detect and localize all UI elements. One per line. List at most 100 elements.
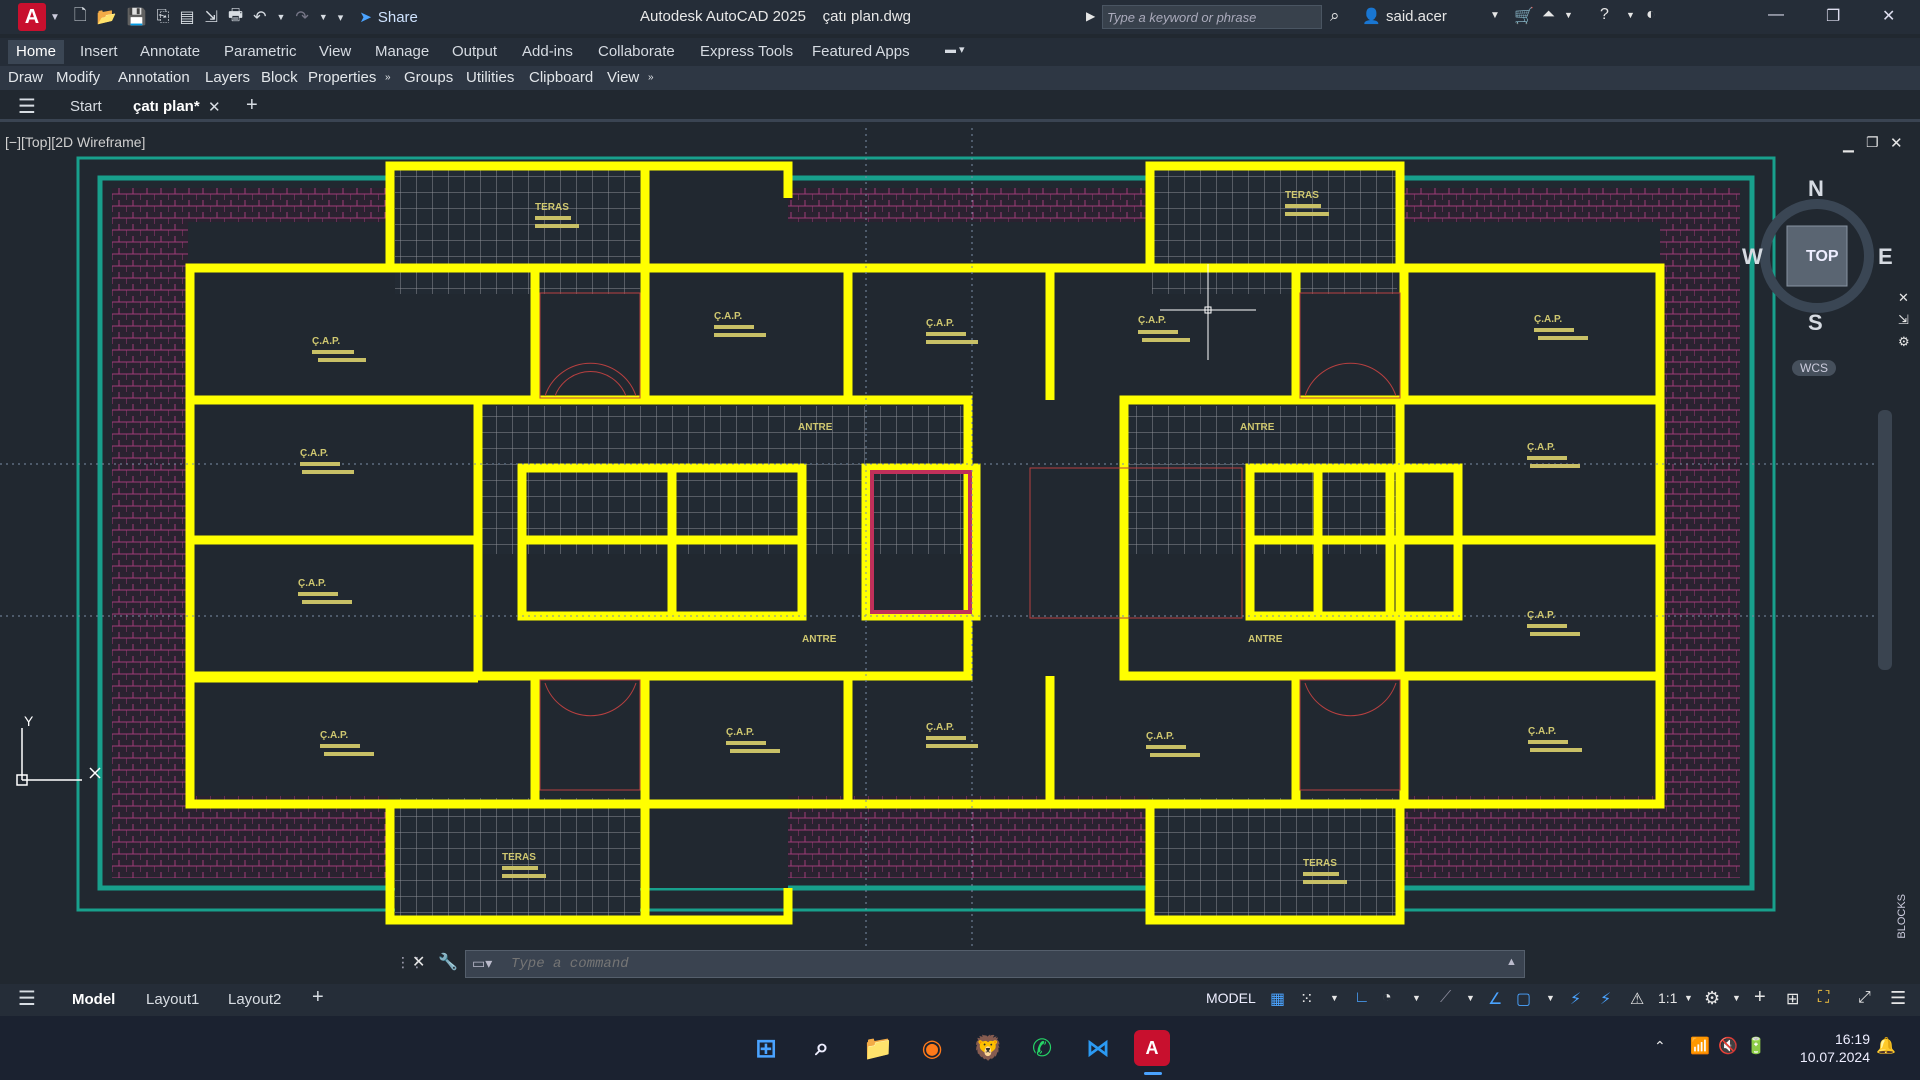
- tab-drawing[interactable]: çatı plan*: [133, 98, 200, 115]
- viewcube-face-top[interactable]: TOP: [1806, 248, 1839, 266]
- snap-icon[interactable]: ⁙: [1300, 989, 1313, 1009]
- notifications-icon[interactable]: 🔔: [1876, 1036, 1896, 1056]
- workspace-chevron-icon[interactable]: ▼: [1732, 993, 1741, 1003]
- panel-groups[interactable]: Groups: [404, 69, 453, 86]
- annotation-scale[interactable]: 1:1: [1658, 990, 1677, 1006]
- customize-qat-icon[interactable]: ▾: [338, 11, 344, 24]
- object-snap-icon[interactable]: ▢: [1516, 989, 1531, 1009]
- layout-menu-icon[interactable]: ☰: [18, 986, 36, 1011]
- tab-featured-apps[interactable]: Featured Apps: [812, 43, 910, 60]
- open-file-icon[interactable]: 📂: [97, 7, 117, 27]
- close-icon[interactable]: ✕: [1882, 6, 1895, 26]
- clean-screen-icon[interactable]: ⤢: [1858, 989, 1871, 1007]
- brave-icon[interactable]: 🦁: [970, 1030, 1006, 1066]
- panel-close-icon[interactable]: ✕: [1898, 290, 1909, 306]
- share-button[interactable]: ➤ Share: [359, 8, 418, 27]
- battery-icon[interactable]: 🔋: [1746, 1036, 1766, 1056]
- new-file-icon[interactable]: 🗋: [74, 4, 87, 31]
- compass-s[interactable]: S: [1808, 310, 1823, 336]
- plot-icon[interactable]: 🖶: [228, 4, 243, 31]
- panel-layers[interactable]: Layers: [205, 69, 250, 86]
- isolate-objects-icon[interactable]: ⛶: [1818, 989, 1829, 1007]
- workspace-settings-icon[interactable]: ⚙: [1704, 988, 1720, 1009]
- panel-clipboard[interactable]: Clipboard: [529, 69, 593, 86]
- tab-annotate[interactable]: Annotate: [140, 43, 200, 60]
- tab-collaborate[interactable]: Collaborate: [598, 43, 675, 60]
- tab-parametric[interactable]: Parametric: [224, 43, 297, 60]
- command-input[interactable]: [511, 951, 1471, 977]
- compass-n[interactable]: N: [1808, 176, 1824, 202]
- save-icon[interactable]: 💾: [127, 7, 147, 27]
- autodesk-account-icon[interactable]: ⏶: [1542, 6, 1555, 24]
- auto-scale-icon[interactable]: ⚡: [1600, 989, 1611, 1009]
- blocks-palette-tab[interactable]: BLOCKS: [1896, 894, 1908, 939]
- command-close-icon[interactable]: ✕: [412, 952, 425, 972]
- model-space-toggle[interactable]: MODEL: [1206, 990, 1256, 1006]
- tab-manage[interactable]: Manage: [375, 43, 429, 60]
- panel-settings-icon[interactable]: ⚙: [1898, 334, 1910, 350]
- user-name[interactable]: said.acer: [1386, 8, 1447, 25]
- app-menu-chevron-icon[interactable]: ▼: [50, 12, 60, 23]
- help-icon[interactable]: ?: [1600, 6, 1609, 24]
- taskbar-search-icon[interactable]: ⌕: [804, 1030, 840, 1066]
- firefox-icon[interactable]: ◉: [914, 1030, 950, 1066]
- export-icon[interactable]: ⇲: [205, 7, 218, 27]
- publish-icon[interactable]: ▤: [179, 7, 194, 27]
- tab-add-ins[interactable]: Add-ins: [522, 43, 573, 60]
- close-tab-icon[interactable]: ✕: [208, 98, 221, 116]
- tab-output[interactable]: Output: [452, 43, 497, 60]
- panel-annotation[interactable]: Annotation: [118, 69, 190, 86]
- volume-muted-icon[interactable]: 🔇: [1718, 1036, 1738, 1056]
- file-explorer-icon[interactable]: 📁: [860, 1030, 896, 1066]
- polar-chevron-icon[interactable]: ▼: [1412, 993, 1421, 1003]
- object-snap-tracking-icon[interactable]: ∠: [1488, 989, 1502, 1009]
- tab-insert[interactable]: Insert: [80, 43, 118, 60]
- save-as-icon[interactable]: ⎘: [157, 8, 170, 26]
- panel-pin-icon[interactable]: ⇲: [1898, 312, 1909, 328]
- properties-expand-icon[interactable]: »: [385, 72, 391, 83]
- command-expand-icon[interactable]: ▲: [1506, 956, 1517, 968]
- tab-home[interactable]: Home: [8, 40, 65, 64]
- user-chevron-icon[interactable]: ▼: [1490, 10, 1500, 21]
- view-expand-icon[interactable]: »: [648, 72, 654, 83]
- command-history-icon[interactable]: ▭▾: [472, 955, 492, 972]
- navigation-bar[interactable]: [1878, 410, 1892, 670]
- autocad-taskbar-icon[interactable]: A: [1134, 1030, 1170, 1066]
- autocad-app-button[interactable]: A: [18, 3, 46, 31]
- tab-model[interactable]: Model: [72, 991, 115, 1008]
- wifi-icon[interactable]: 📶: [1690, 1036, 1710, 1056]
- redo-chevron-icon[interactable]: ▼: [319, 12, 328, 22]
- learn-icon[interactable]: ◐: [1646, 6, 1656, 24]
- minimize-icon[interactable]: —: [1768, 6, 1784, 24]
- user-icon[interactable]: 👤: [1362, 7, 1381, 25]
- search-expand-icon[interactable]: ▶: [1086, 9, 1095, 23]
- undo-icon[interactable]: ↶: [253, 7, 266, 27]
- redo-icon[interactable]: ↷: [295, 7, 308, 27]
- polar-icon[interactable]: ◔: [1382, 989, 1392, 1007]
- panel-properties[interactable]: Properties: [308, 69, 376, 86]
- show-hidden-icons-icon[interactable]: ⌃: [1654, 1038, 1666, 1055]
- tab-layout1[interactable]: Layout1: [146, 991, 199, 1008]
- new-layout-icon[interactable]: +: [312, 986, 324, 1009]
- tab-view[interactable]: View: [319, 43, 351, 60]
- annotation-monitor-icon[interactable]: +: [1754, 986, 1766, 1009]
- customize-statusbar-icon[interactable]: ☰: [1890, 988, 1906, 1009]
- compass-w[interactable]: W: [1742, 244, 1763, 270]
- snap-chevron-icon[interactable]: ▼: [1330, 993, 1339, 1003]
- whatsapp-icon[interactable]: ✆: [1024, 1030, 1060, 1066]
- units-icon[interactable]: ⊞: [1786, 989, 1799, 1009]
- file-menu-icon[interactable]: ☰: [18, 94, 36, 119]
- tab-express-tools[interactable]: Express Tools: [700, 43, 793, 60]
- panel-draw[interactable]: Draw: [8, 69, 43, 86]
- viewport-close-icon[interactable]: ✕: [1890, 134, 1903, 152]
- annotation-scale-icon[interactable]: ⚠: [1630, 989, 1644, 1009]
- vscode-icon[interactable]: ⋈: [1080, 1030, 1116, 1066]
- system-clock[interactable]: 16:19 10.07.2024: [1800, 1030, 1870, 1066]
- tab-start[interactable]: Start: [70, 98, 102, 115]
- floor-plan-drawing[interactable]: TERAS TERAS TERAS TERAS Ç.A.P. Ç.A.P. Ç.…: [0, 128, 1880, 946]
- annotation-visibility-icon[interactable]: ⚡: [1570, 989, 1581, 1009]
- ortho-icon[interactable]: ∟: [1354, 989, 1370, 1007]
- search-input[interactable]: Type a keyword or phrase: [1102, 5, 1322, 29]
- cart-icon[interactable]: 🛒: [1514, 6, 1534, 26]
- account-chevron-icon[interactable]: ▼: [1564, 10, 1573, 20]
